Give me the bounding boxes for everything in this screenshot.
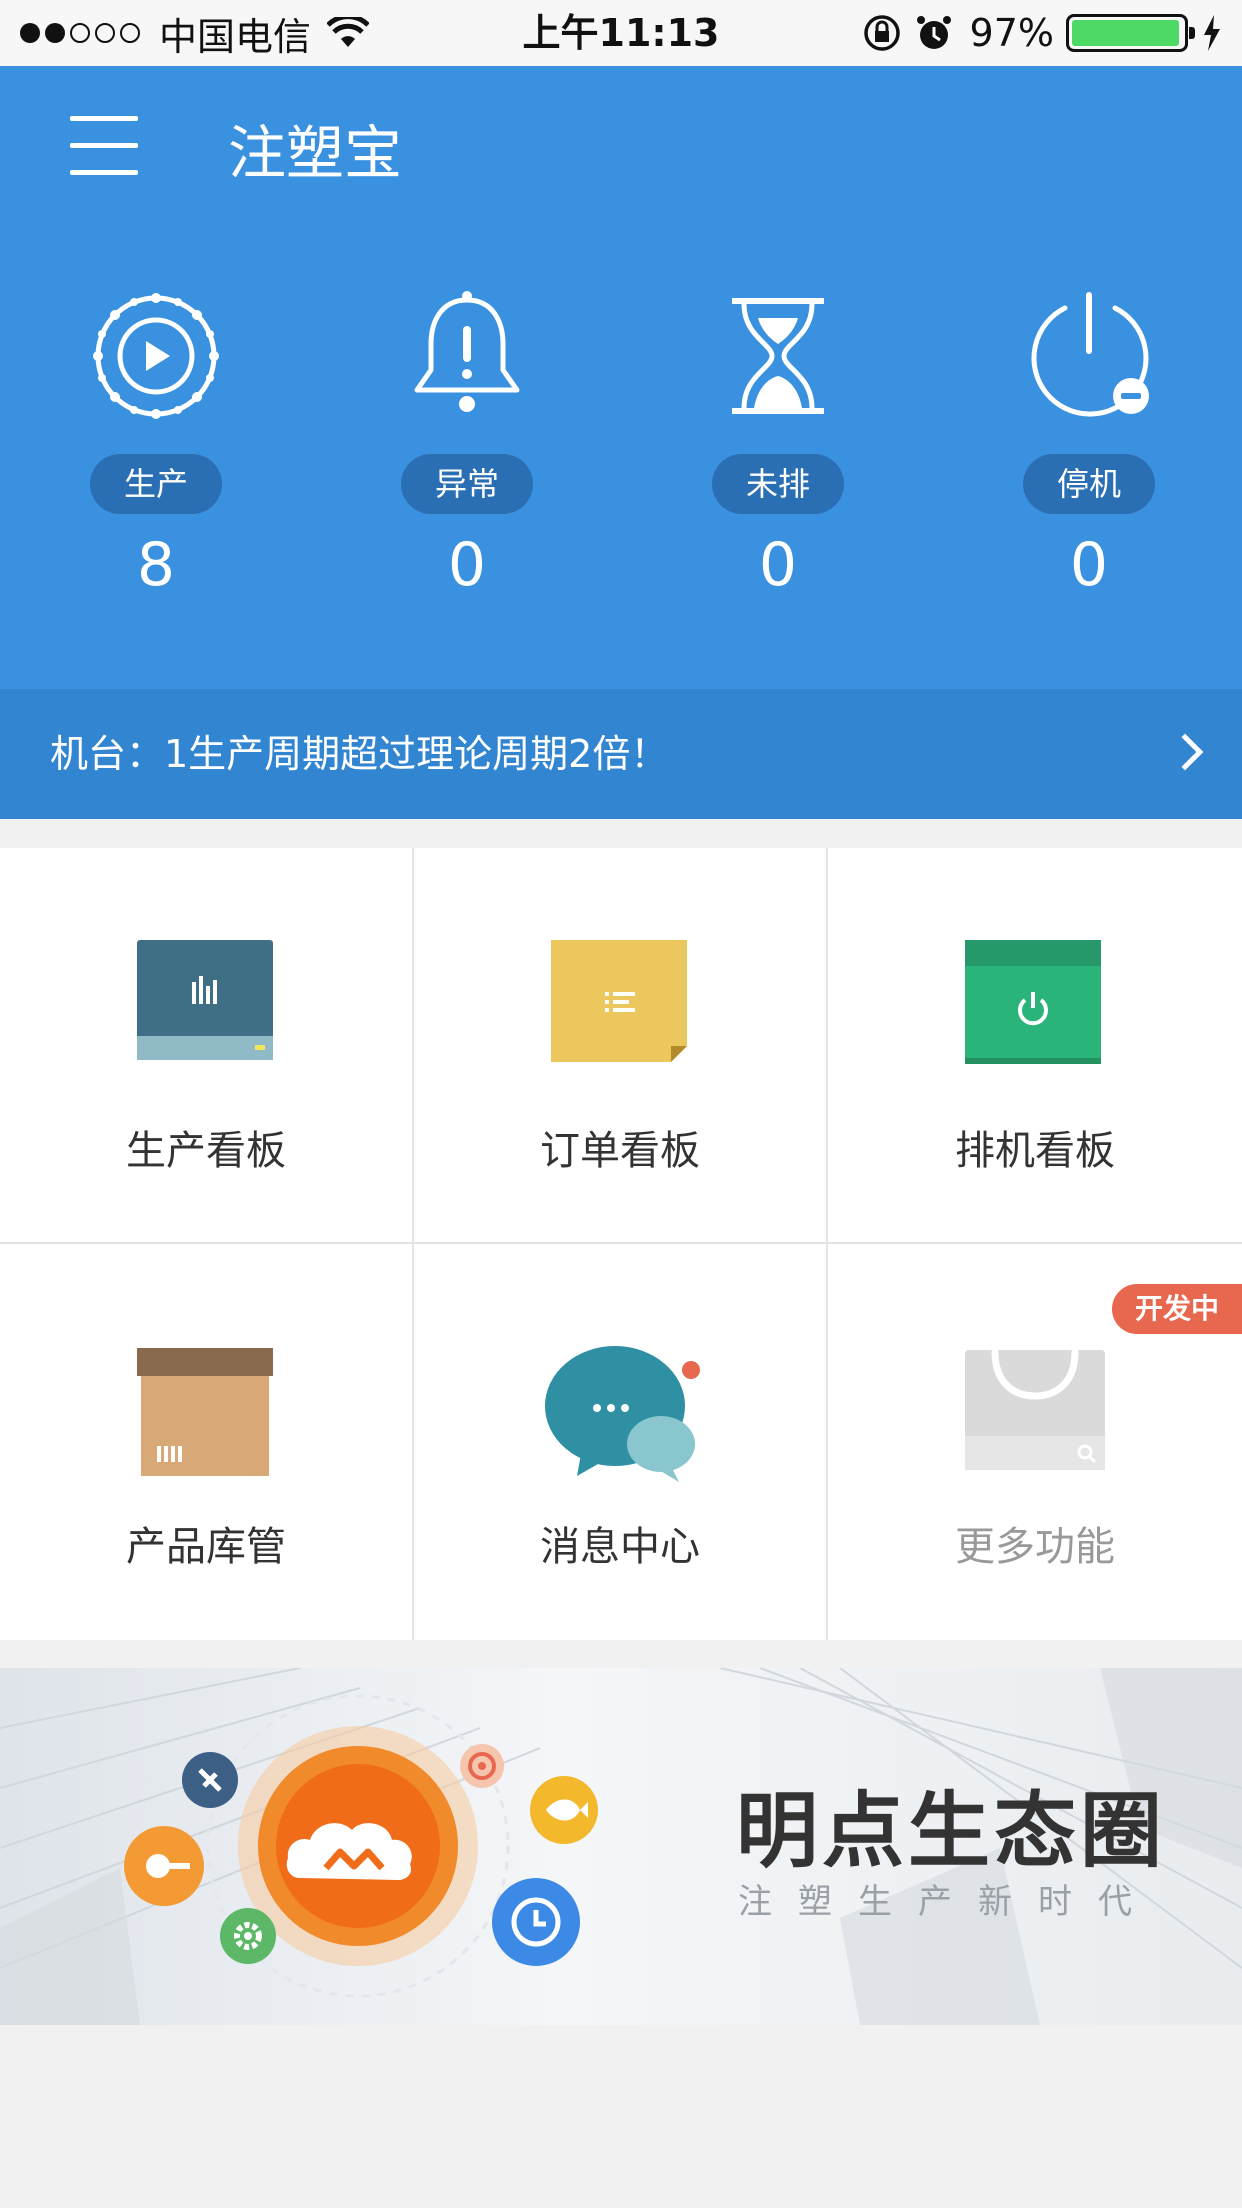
stat-value: 0 [1069,530,1109,600]
stat-abnormal[interactable]: 异常 0 [387,286,547,600]
chevron-right-icon [1166,733,1204,771]
grid-item-label: 订单看板 [540,1128,700,1174]
stat-value: 0 [758,530,798,600]
power-stop-icon [1031,292,1149,417]
status-bar: 中国电信 上午11:13 97% [0,0,1242,66]
shopping-bag-icon [965,1348,1105,1470]
satellite-icon [182,1752,238,1808]
grid-item-label: 排机看板 [955,1128,1115,1174]
fish-icon [530,1776,598,1844]
stat-label: 未排 [712,454,844,514]
alert-text: 机台：1生产周期超过理论周期2倍！ [50,732,669,776]
ecosystem-logo [124,1694,598,1998]
gear-icon [220,1908,276,1964]
alert-banner[interactable]: 机台：1生产周期超过理论周期2倍！ [0,689,1242,819]
grid-item-schedule-board[interactable]: 排机看板 [828,848,1242,1244]
grid-item-label: 更多功能 [955,1524,1115,1570]
key-icon [124,1826,204,1906]
grid-item-production-board[interactable]: 生产看板 [0,848,414,1244]
grid-item-label: 产品库管 [126,1524,286,1570]
order-board-icon [551,940,687,1062]
grid-item-order-board[interactable]: 订单看板 [414,848,828,1244]
stat-production[interactable]: 生产 8 [76,286,236,600]
production-board-icon [137,940,273,1060]
bell-alert-icon [414,291,520,412]
box-icon [137,1348,273,1476]
stat-stopped[interactable]: 停机 0 [1009,286,1169,600]
header-panel: 注塑宝 生产 8 异常 0 未排 0 停机 0 机台：1生产周期超过理论周期2倍… [0,66,1242,819]
battery-percent: 97% [969,11,1054,55]
grid-item-message-center[interactable]: 消息中心 [414,1244,828,1640]
stat-value: 0 [447,530,487,600]
grid-item-label: 生产看板 [126,1128,286,1174]
banner-subtitle: 注塑生产新时代 [738,1882,1158,1922]
stat-label: 生产 [90,454,222,514]
function-grid: 生产看板 订单看板 排机看板 产品库管 消息中心 开发中 更多功能 [0,848,1242,1640]
grid-item-product-inventory[interactable]: 产品库管 [0,1244,414,1640]
production-play-icon [93,293,219,419]
orientation-lock-icon [863,15,900,51]
app-title: 注塑宝 [228,119,403,187]
stat-label: 异常 [401,454,533,514]
chat-bubbles-icon [545,1346,700,1482]
stat-label: 停机 [1023,454,1155,514]
stat-value: 8 [136,530,176,600]
hourglass-icon [732,298,824,414]
schedule-board-icon [965,940,1101,1064]
target-icon [460,1744,504,1788]
in-development-badge: 开发中 [1112,1284,1242,1334]
menu-button[interactable] [70,116,138,178]
grid-item-label: 消息中心 [540,1524,700,1570]
promo-banner[interactable]: 明点生态圈 注塑生产新时代 [0,1668,1242,2025]
status-right: 97% [848,8,1222,58]
stat-unscheduled[interactable]: 未排 0 [698,286,858,600]
battery-icon [1066,14,1195,52]
clock-icon [492,1878,580,1966]
alarm-icon [916,16,951,49]
charging-bolt-icon [1204,15,1220,51]
grid-item-more-features[interactable]: 开发中 更多功能 [828,1244,1242,1640]
banner-title: 明点生态圈 [736,1784,1167,1879]
